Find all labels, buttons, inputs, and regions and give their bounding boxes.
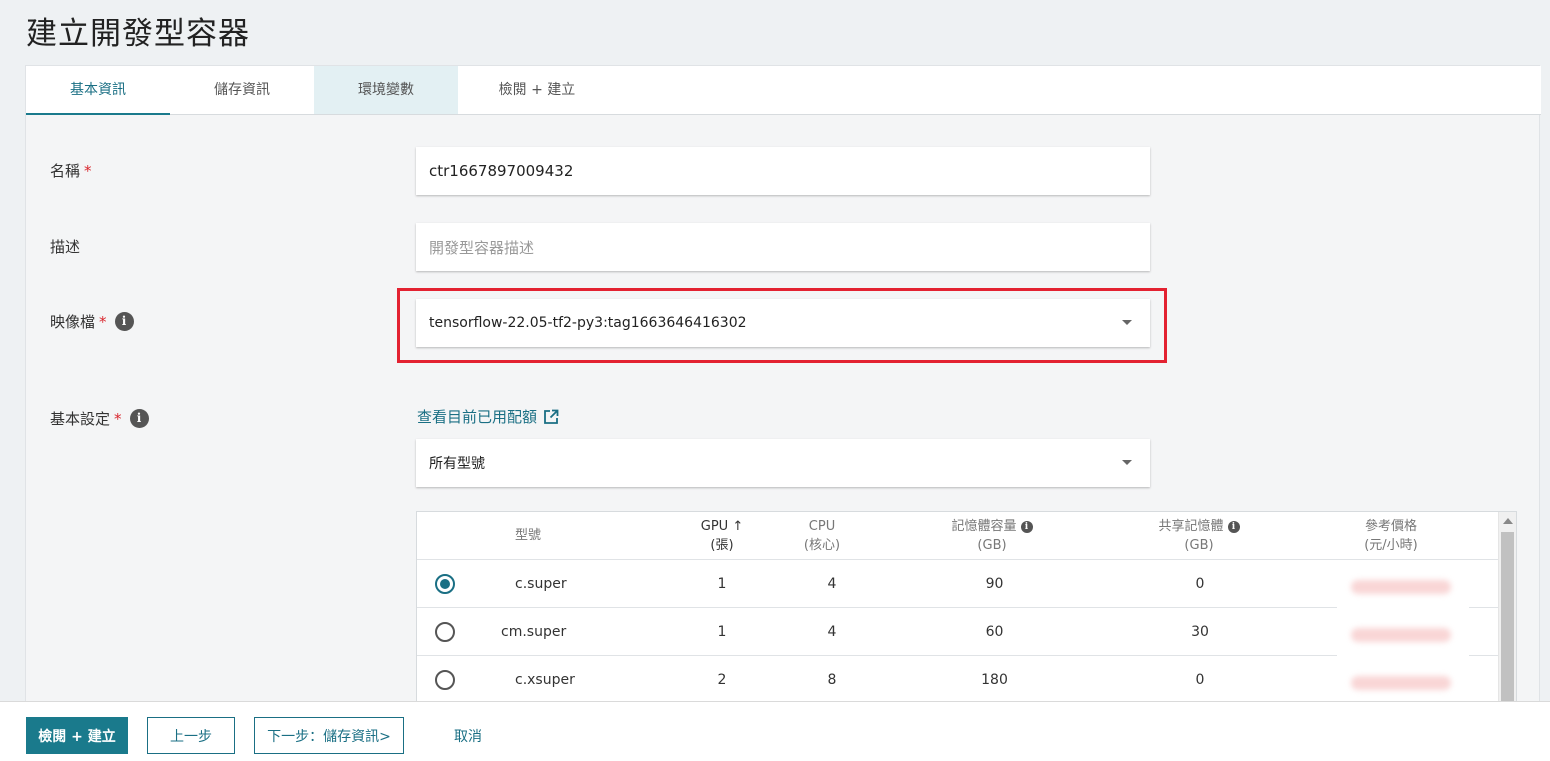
required-marker: * <box>99 312 107 331</box>
header-cpu-unit: (核心) <box>803 538 841 553</box>
redacted-price <box>1351 676 1451 690</box>
tab-basic-info[interactable]: 基本資訊 <box>26 66 170 115</box>
header-cpu-text: CPU <box>808 519 836 534</box>
sort-ascending-icon: ↑ <box>732 519 744 534</box>
view-quota-link-text: 查看目前已用配額 <box>417 408 538 426</box>
cell-gpu: 2 <box>717 672 727 688</box>
header-gpu[interactable]: GPU ↑ (張) <box>687 517 757 555</box>
cell-memory: 180 <box>981 672 1008 688</box>
redacted-price-area <box>1337 570 1469 705</box>
cell-model: c.xsuper <box>515 672 575 688</box>
cell-shared-memory: 0 <box>1195 672 1205 688</box>
image-label: 映像檔 * i <box>50 311 134 332</box>
image-label-text: 映像檔 <box>50 313 96 331</box>
model-filter-select[interactable]: 所有型號 <box>416 439 1150 487</box>
view-quota-link[interactable]: 查看目前已用配額 <box>417 406 559 427</box>
header-price: 參考價格 (元/小時) <box>1351 517 1431 555</box>
header-memory-text: 記憶體容量 <box>951 519 1017 534</box>
cell-memory: 60 <box>985 624 1004 640</box>
header-gpu-text: GPU <box>700 519 729 534</box>
description-input[interactable]: 開發型容器描述 <box>416 223 1150 271</box>
tab-env-variables[interactable]: 環境變數 <box>314 66 458 114</box>
chevron-down-icon <box>1122 320 1132 325</box>
radio-button[interactable] <box>435 574 455 594</box>
basic-settings-label: 基本設定 * i <box>50 408 149 429</box>
tab-review-create[interactable]: 檢閱 + 建立 <box>458 66 616 114</box>
page-title: 建立開發型容器 <box>26 16 250 52</box>
required-marker: * <box>114 409 122 428</box>
form-card: 基本資訊 儲存資訊 環境變數 檢閱 + 建立 名稱 * ctr166789700… <box>25 65 1541 706</box>
required-marker: * <box>84 161 92 180</box>
header-shared-memory-text: 共享記憶體 <box>1158 519 1224 534</box>
cell-model: cm.super <box>501 624 567 640</box>
cell-cpu: 8 <box>827 672 837 688</box>
redacted-price <box>1351 628 1451 642</box>
info-icon[interactable]: i <box>1020 520 1033 533</box>
name-input[interactable]: ctr1667897009432 <box>416 147 1150 195</box>
table-scrollbar[interactable] <box>1498 512 1516 705</box>
model-filter-value: 所有型號 <box>429 456 485 472</box>
review-create-button[interactable]: 檢閱 + 建立 <box>26 717 128 754</box>
external-link-icon <box>544 409 559 424</box>
image-select-value: tensorflow-22.05-tf2-py3:tag166364641630… <box>429 315 747 331</box>
header-model: 型號 <box>515 528 542 543</box>
description-label: 描述 <box>50 236 80 257</box>
radio-button[interactable] <box>435 622 455 642</box>
redacted-price <box>1351 580 1451 594</box>
cell-gpu: 1 <box>717 576 727 592</box>
header-price-unit: (元/小時) <box>1364 538 1418 553</box>
header-shared-memory-unit: (GB) <box>1184 538 1214 553</box>
chevron-down-icon <box>1122 460 1132 465</box>
header-gpu-unit: (張) <box>710 538 734 553</box>
radio-button[interactable] <box>435 670 455 690</box>
cell-cpu: 4 <box>827 576 837 592</box>
previous-step-button[interactable]: 上一步 <box>147 717 235 754</box>
scrollbar-thumb[interactable] <box>1501 532 1514 705</box>
description-label-text: 描述 <box>50 238 81 256</box>
header-memory: 記憶體容量 i (GB) <box>932 517 1052 555</box>
scroll-up-arrow-icon[interactable] <box>1503 518 1513 524</box>
tab-bar: 基本資訊 儲存資訊 環境變數 檢閱 + 建立 <box>26 66 1541 115</box>
name-label-text: 名稱 <box>50 162 81 180</box>
cancel-button[interactable]: 取消 <box>440 717 496 754</box>
cell-gpu: 1 <box>717 624 727 640</box>
next-step-button[interactable]: 下一步：儲存資訊> <box>254 717 404 754</box>
header-cpu: CPU (核心) <box>797 517 847 555</box>
cell-shared-memory: 30 <box>1191 624 1209 640</box>
image-select[interactable]: tensorflow-22.05-tf2-py3:tag166364641630… <box>416 299 1150 347</box>
info-icon[interactable]: i <box>129 409 149 428</box>
instance-type-table: 型號 GPU ↑ (張) CPU (核心) 記憶體容量 i (GB) 共享記憶體 i… <box>416 511 1517 706</box>
cell-model: c.super <box>515 576 567 592</box>
name-label: 名稱 * <box>50 160 92 181</box>
info-icon[interactable]: i <box>114 312 134 331</box>
cell-cpu: 4 <box>827 624 837 640</box>
footer-bar: 檢閱 + 建立 上一步 下一步：儲存資訊> 取消 <box>0 701 1550 761</box>
tab-storage-info[interactable]: 儲存資訊 <box>170 66 314 114</box>
basic-settings-label-text: 基本設定 <box>50 410 111 428</box>
header-memory-unit: (GB) <box>977 538 1007 553</box>
table-header: 型號 GPU ↑ (張) CPU (核心) 記憶體容量 i (GB) 共享記憶體 i… <box>417 512 1499 560</box>
header-price-text: 參考價格 <box>1364 519 1417 534</box>
cell-shared-memory: 0 <box>1195 576 1205 592</box>
header-shared-memory: 共享記憶體 i (GB) <box>1139 517 1259 555</box>
info-icon[interactable]: i <box>1227 520 1240 533</box>
cell-memory: 90 <box>985 576 1004 592</box>
